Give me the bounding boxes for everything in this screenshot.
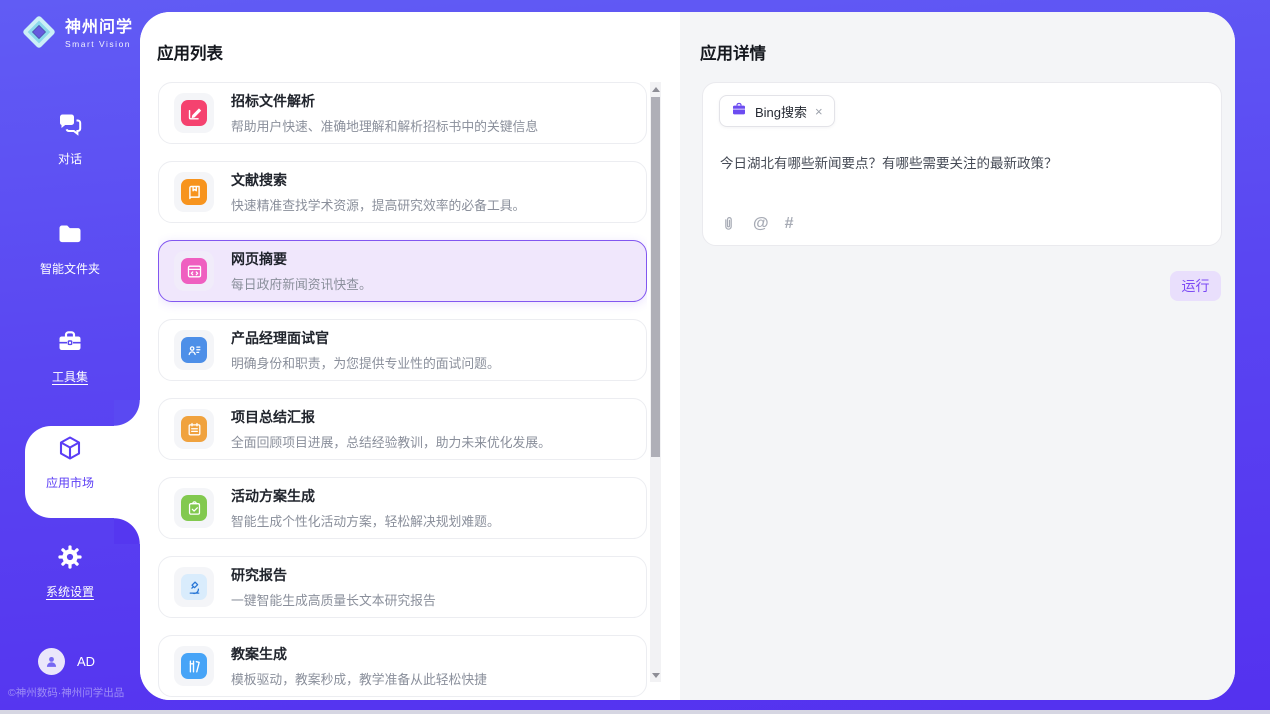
notepad-icon [181, 416, 207, 442]
run-button[interactable]: 运行 [1170, 271, 1221, 301]
sidebar-item-label: 系统设置 [46, 583, 94, 600]
sidebar-item-label: 智能文件夹 [40, 260, 100, 277]
app-card-title: 产品经理面试官 [231, 328, 500, 348]
user-name: AD [77, 654, 95, 669]
app-card-description: 一键智能生成高质量长文本研究报告 [231, 590, 436, 609]
chat-icon [56, 110, 84, 143]
triangle-up-icon [652, 87, 660, 92]
folder-icon [56, 220, 84, 253]
app-icon-tile [174, 409, 214, 449]
logo-subtitle: Smart Vision [65, 40, 133, 49]
app-icon-tile [174, 330, 214, 370]
scrollbar-thumb[interactable] [651, 97, 660, 457]
sidebar-item-smart-folder[interactable]: 智能文件夹 [0, 220, 140, 277]
sidebar-item-label: 应用市场 [46, 474, 94, 491]
app-card[interactable]: 网页摘要 每日政府新闻资讯快查。 [158, 240, 647, 302]
app-card-description: 模板驱动，教案秒成，教学准备从此轻松快捷 [231, 669, 487, 688]
app-icon-tile [174, 646, 214, 686]
app-card-description: 智能生成个性化活动方案，轻松解决规划难题。 [231, 511, 500, 530]
app-card-description: 明确身份和职责，为您提供专业性的面试问题。 [231, 353, 500, 372]
app-card-title: 招标文件解析 [231, 91, 538, 111]
browser-code-icon [181, 258, 207, 284]
sidebar: 神州问学 Smart Vision 对话 智能文件夹 [0, 0, 140, 714]
copyright-footer: ©神州数码·神州问学出品 [8, 685, 124, 700]
app-card[interactable]: 研究报告 一键智能生成高质量长文本研究报告 [158, 556, 647, 618]
logo-diamond-icon [20, 13, 58, 56]
compose-toolbar: @ # [720, 215, 794, 232]
app-card-description: 帮助用户快速、准确地理解和解析招标书中的关键信息 [231, 116, 538, 135]
app-card-title: 教案生成 [231, 644, 487, 664]
triangle-down-icon [652, 673, 660, 678]
app-card[interactable]: 文献搜索 快速精准查找学术资源，提高研究效率的必备工具。 [158, 161, 647, 223]
app-card-description: 快速精准查找学术资源，提高研究效率的必备工具。 [231, 195, 525, 214]
app-list-title: 应用列表 [157, 40, 223, 64]
app-icon-tile [174, 251, 214, 291]
logo-title: 神州问学 [65, 20, 133, 36]
cube-icon [56, 434, 84, 467]
app-icon-tile [174, 172, 214, 212]
books-icon [181, 653, 207, 679]
interviewer-icon [181, 337, 207, 363]
app-card-list: 招标文件解析 帮助用户快速、准确地理解和解析招标书中的关键信息 文献搜索 快速精… [158, 82, 647, 700]
app-icon-tile [174, 93, 214, 133]
scroll-down-button[interactable] [650, 668, 661, 682]
app-detail-title: 应用详情 [700, 40, 766, 64]
app-detail-panel: 应用详情 Bing搜索 × 今日湖北有哪些新闻要点？有哪些需要关注的最新政策？ [680, 12, 1235, 700]
app-card[interactable]: 产品经理面试官 明确身份和职责，为您提供专业性的面试问题。 [158, 319, 647, 381]
hash-icon[interactable]: # [785, 216, 794, 232]
app-card-title: 网页摘要 [231, 249, 372, 269]
app-card-title: 项目总结汇报 [231, 407, 551, 427]
query-text[interactable]: 今日湖北有哪些新闻要点？有哪些需要关注的最新政策？ [720, 152, 1205, 172]
app-list-scrollbar[interactable] [650, 82, 661, 682]
pen-square-icon [181, 100, 207, 126]
user-account[interactable]: AD [38, 648, 95, 675]
content-panel: 应用列表 招标文件解析 帮助用户快速、准确地理解和解析招标书中的关键信息 文献搜… [140, 12, 1235, 700]
book-icon [181, 179, 207, 205]
microscope-icon [181, 574, 207, 600]
sidebar-item-chat[interactable]: 对话 [0, 110, 140, 167]
scroll-up-button[interactable] [650, 82, 661, 96]
sidebar-item-settings[interactable]: 系统设置 [0, 543, 140, 600]
app-icon-tile [174, 567, 214, 607]
app-card-description: 全面回顾项目进展，总结经验教训，助力未来优化发展。 [231, 432, 551, 451]
app-card-description: 每日政府新闻资讯快查。 [231, 274, 372, 293]
paperclip-icon[interactable] [720, 215, 737, 232]
app-logo: 神州问学 Smart Vision [20, 13, 133, 56]
app-card-title: 研究报告 [231, 565, 436, 585]
briefcase-icon [731, 101, 747, 122]
toolbox-icon [56, 328, 84, 361]
avatar [38, 648, 65, 675]
window-bottom-edge [0, 710, 1270, 714]
app-icon-tile [174, 488, 214, 528]
app-card-title: 文献搜索 [231, 170, 525, 190]
at-icon[interactable]: @ [753, 216, 769, 232]
gear-icon [56, 543, 84, 576]
sidebar-item-app-market[interactable]: 应用市场 [0, 434, 140, 491]
tool-tag-bing-search[interactable]: Bing搜索 × [719, 95, 835, 127]
app-card[interactable]: 招标文件解析 帮助用户快速、准确地理解和解析招标书中的关键信息 [158, 82, 647, 144]
app-card-title: 活动方案生成 [231, 486, 500, 506]
tag-close-icon[interactable]: × [815, 105, 823, 118]
app-list-panel: 应用列表 招标文件解析 帮助用户快速、准确地理解和解析招标书中的关键信息 文献搜… [140, 12, 680, 700]
sidebar-item-label: 对话 [58, 150, 82, 167]
prompt-card: Bing搜索 × 今日湖北有哪些新闻要点？有哪些需要关注的最新政策？ @ # [702, 82, 1222, 246]
app-card[interactable]: 活动方案生成 智能生成个性化活动方案，轻松解决规划难题。 [158, 477, 647, 539]
app-card[interactable]: 教案生成 模板驱动，教案秒成，教学准备从此轻松快捷 [158, 635, 647, 697]
sidebar-item-label: 工具集 [52, 368, 88, 385]
clipboard-check-icon [181, 495, 207, 521]
app-card[interactable]: 项目总结汇报 全面回顾项目进展，总结经验教训，助力未来优化发展。 [158, 398, 647, 460]
sidebar-item-toolset[interactable]: 工具集 [0, 328, 140, 385]
tool-tag-label: Bing搜索 [755, 102, 807, 121]
